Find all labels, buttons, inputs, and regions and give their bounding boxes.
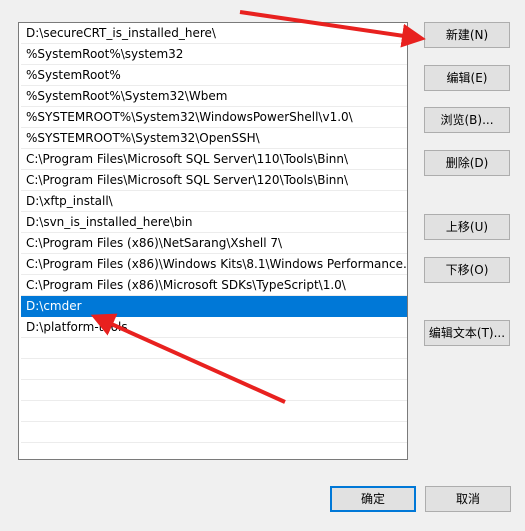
empty-row <box>21 359 407 380</box>
delete-button[interactable]: 删除(D) <box>424 150 510 176</box>
path-list-item[interactable]: C:\Program Files (x86)\Windows Kits\8.1\… <box>21 254 407 275</box>
cancel-button[interactable]: 取消 <box>425 486 511 512</box>
path-list-item[interactable]: D:\svn_is_installed_here\bin <box>21 212 407 233</box>
path-list-item[interactable]: %SYSTEMROOT%\System32\WindowsPowerShell\… <box>21 107 407 128</box>
path-list-item[interactable]: C:\Program Files\Microsoft SQL Server\12… <box>21 170 407 191</box>
empty-row <box>21 380 407 401</box>
path-list-item[interactable]: %SystemRoot% <box>21 65 407 86</box>
path-list-item[interactable]: D:\platform-tools <box>21 317 407 338</box>
path-list-item[interactable]: C:\Program Files (x86)\Microsoft SDKs\Ty… <box>21 275 407 296</box>
path-list-item-selected[interactable]: D:\cmder <box>21 296 407 317</box>
path-list-item[interactable]: C:\Program Files\Microsoft SQL Server\11… <box>21 149 407 170</box>
edit-button[interactable]: 编辑(E) <box>424 65 510 91</box>
browse-button[interactable]: 浏览(B)... <box>424 107 510 133</box>
path-list-item[interactable]: D:\secureCRT_is_installed_here\ <box>21 23 407 44</box>
edit-text-button[interactable]: 编辑文本(T)... <box>424 320 510 346</box>
move-down-button[interactable]: 下移(O) <box>424 257 510 283</box>
new-button[interactable]: 新建(N) <box>424 22 510 48</box>
path-list-item[interactable]: %SystemRoot%\System32\Wbem <box>21 86 407 107</box>
empty-row <box>21 422 407 443</box>
ok-button[interactable]: 确定 <box>330 486 416 512</box>
path-list-item[interactable]: %SYSTEMROOT%\System32\OpenSSH\ <box>21 128 407 149</box>
path-list-item[interactable]: C:\Program Files (x86)\NetSarang\Xshell … <box>21 233 407 254</box>
move-up-button[interactable]: 上移(U) <box>424 214 510 240</box>
path-list[interactable]: D:\secureCRT_is_installed_here\ %SystemR… <box>18 22 408 460</box>
empty-row <box>21 338 407 359</box>
path-list-item[interactable]: %SystemRoot%\system32 <box>21 44 407 65</box>
empty-row <box>21 401 407 422</box>
path-list-item[interactable]: D:\xftp_install\ <box>21 191 407 212</box>
